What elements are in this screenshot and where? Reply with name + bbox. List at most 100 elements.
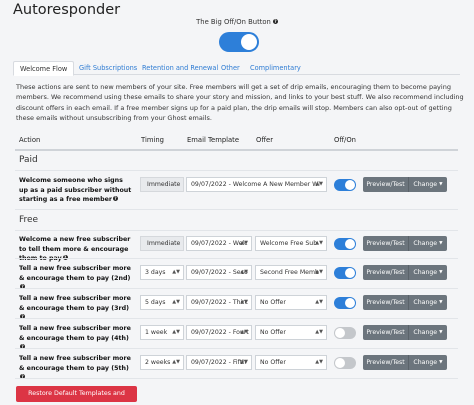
row-divider	[15, 348, 458, 349]
change-button-label: Change	[413, 359, 438, 366]
caret-down-icon: ▼	[439, 360, 443, 365]
preview-test-button[interactable]: Preview/Test	[363, 355, 409, 370]
chevron-down-icon: ▲▼	[240, 299, 248, 305]
row-divider	[15, 170, 458, 171]
row-divider	[15, 230, 458, 231]
row-label-text: Tell a new free subscriber more & encour…	[19, 295, 131, 312]
change-button[interactable]: Change ▼	[409, 236, 447, 251]
row-label-text: Tell a new free subscriber more & encour…	[19, 325, 131, 342]
change-button-label: Change	[413, 240, 438, 247]
change-button[interactable]: Change ▼	[409, 265, 447, 280]
row-divider	[15, 288, 458, 289]
row-divider	[15, 378, 458, 379]
big-switch-label: The Big Off/On Button?	[0, 18, 474, 26]
header-template: Email Template	[187, 136, 240, 144]
header-offer: Offer	[256, 136, 274, 144]
timing-value: Immediate	[140, 177, 184, 192]
big-on-off-switch[interactable]	[219, 32, 259, 52]
toggle-knob	[345, 268, 355, 278]
info-icon: ?	[272, 19, 278, 24]
tab-gift-subscriptions[interactable]: Gift Subscriptions	[79, 61, 137, 75]
intro-text: These actions are sent to new members of…	[16, 83, 464, 122]
caret-down-icon: ▼	[439, 241, 443, 246]
caret-down-icon: ▼	[439, 330, 443, 335]
row-divider	[15, 318, 458, 319]
change-button[interactable]: Change ▼	[409, 177, 447, 192]
toggle-knob	[345, 180, 355, 190]
section-free: Free	[19, 215, 39, 225]
row-toggle[interactable]	[334, 267, 356, 279]
tab-other[interactable]: Other	[221, 61, 240, 75]
template-select-value: 09/07/2022 - Welcome A New Member Wi	[191, 181, 320, 188]
header-offon: Off/On	[334, 136, 356, 144]
row-toggle[interactable]	[334, 238, 356, 250]
timing-value: Immediate	[140, 236, 184, 251]
section-paid: Paid	[19, 155, 38, 165]
template-select[interactable]: 09/07/2022 - Thirc ▲▼	[186, 295, 252, 310]
row-actions: Preview/Test Change ▼	[363, 295, 447, 310]
restore-defaults-button[interactable]: Restore Default Templates and Actions	[16, 386, 137, 402]
table-header-divider	[15, 149, 458, 151]
toggle-knob	[345, 298, 355, 308]
row-toggle[interactable]	[334, 297, 356, 309]
toggle-knob	[345, 239, 355, 249]
template-select[interactable]: 09/07/2022 - Fifth ▲▼	[186, 355, 252, 370]
caret-down-icon: ▼	[439, 270, 443, 275]
offer-select[interactable]: Welcome Free Sub ▲▼	[255, 236, 327, 251]
tab-retention-renewal[interactable]: Retention and Renewal	[142, 61, 218, 75]
switch-knob	[241, 34, 257, 50]
preview-test-button[interactable]: Preview/Test	[363, 177, 409, 192]
timing-select[interactable]: 1 week ▲▼	[140, 325, 184, 340]
preview-test-button[interactable]: Preview/Test	[363, 325, 409, 340]
chevron-down-icon: ▲▼	[172, 299, 180, 305]
chevron-down-icon: ▲▼	[172, 329, 180, 335]
chevron-down-icon: ▲▼	[240, 240, 248, 246]
change-button-label: Change	[413, 329, 438, 336]
timing-select[interactable]: 3 days ▲▼	[140, 265, 184, 280]
row-actions: Preview/Test Change ▼	[363, 177, 447, 192]
change-button[interactable]: Change ▼	[409, 325, 447, 340]
chevron-down-icon: ▲▼	[315, 299, 323, 305]
chevron-down-icon: ▲▼	[315, 359, 323, 365]
preview-test-button[interactable]: Preview/Test	[363, 265, 409, 280]
timing-select[interactable]: 2 weeks ▲▼	[140, 355, 184, 370]
tab-complimentary[interactable]: Complimentary	[250, 61, 301, 75]
row-toggle[interactable]	[334, 357, 356, 369]
tab-bar: Welcome Flow Gift Subscriptions Retentio…	[13, 61, 460, 76]
offer-select[interactable]: No Offer ▲▼	[255, 355, 327, 370]
change-button[interactable]: Change ▼	[409, 295, 447, 310]
change-button-label: Change	[413, 269, 438, 276]
chevron-down-icon: ▲▼	[172, 359, 180, 365]
preview-test-button[interactable]: Preview/Test	[363, 295, 409, 310]
offer-select[interactable]: Second Free Memb ▲▼	[255, 265, 327, 280]
chevron-down-icon: ▲▼	[315, 240, 323, 246]
row-toggle[interactable]	[334, 327, 356, 339]
chevron-down-icon: ▲▼	[315, 329, 323, 335]
row-toggle[interactable]	[334, 179, 356, 191]
caret-down-icon: ▼	[439, 300, 443, 305]
template-select[interactable]: 09/07/2022 - Welcome A New Member Wi ▲▼	[186, 177, 327, 192]
page-title: Autoresponder	[13, 2, 121, 18]
row-actions: Preview/Test Change ▼	[363, 265, 447, 280]
template-select[interactable]: 09/07/2022 - Seco ▲▼	[186, 265, 252, 280]
row-actions: Preview/Test Change ▼	[363, 325, 447, 340]
big-switch-label-text: The Big Off/On Button	[196, 18, 271, 26]
row-divider	[15, 209, 458, 210]
chevron-down-icon: ▲▼	[240, 329, 248, 335]
caret-down-icon: ▼	[439, 182, 443, 187]
change-button[interactable]: Change ▼	[409, 355, 447, 370]
change-button-label: Change	[413, 299, 438, 306]
template-select[interactable]: 09/07/2022 - Fourt ▲▼	[186, 325, 252, 340]
chevron-down-icon: ▲▼	[315, 181, 323, 187]
offer-select[interactable]: No Offer ▲▼	[255, 295, 327, 310]
offer-select[interactable]: No Offer ▲▼	[255, 325, 327, 340]
tab-welcome-flow[interactable]: Welcome Flow	[13, 61, 75, 76]
toggle-knob	[335, 328, 345, 338]
change-button-label: Change	[413, 181, 438, 188]
timing-select[interactable]: 5 days ▲▼	[140, 295, 184, 310]
row-label: Welcome someone who signs up as a paid s…	[19, 176, 133, 205]
template-select[interactable]: 09/07/2022 - Welc ▲▼	[186, 236, 252, 251]
row-actions: Preview/Test Change ▼	[363, 355, 447, 370]
info-icon: ?	[112, 196, 118, 202]
preview-test-button[interactable]: Preview/Test	[363, 236, 409, 251]
